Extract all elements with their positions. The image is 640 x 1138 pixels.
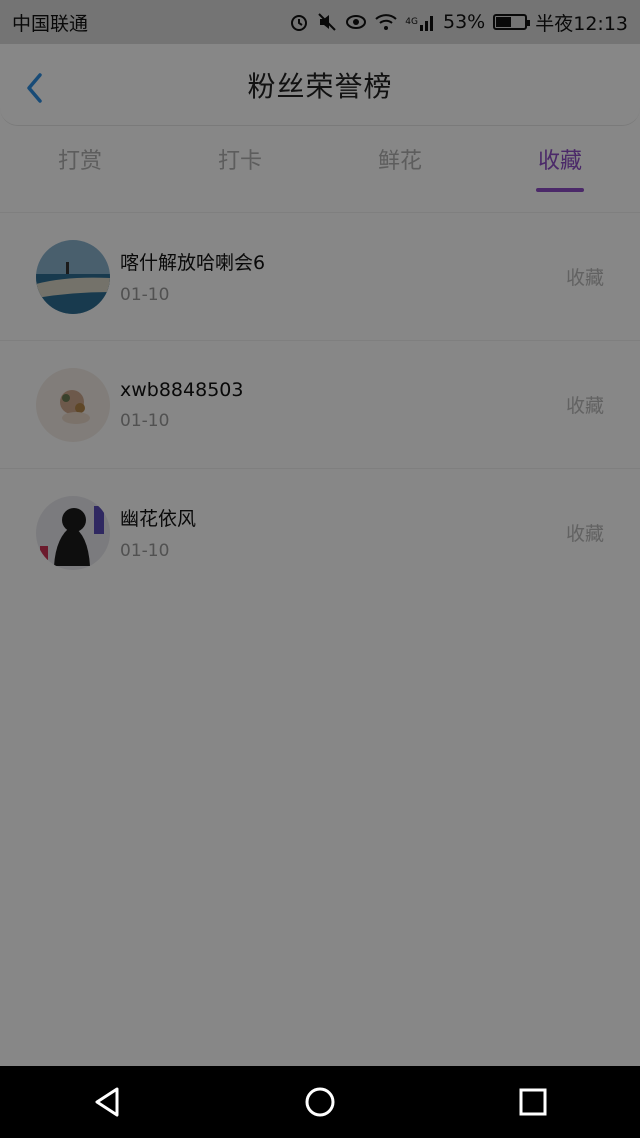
page-title: 粉丝荣誉榜: [247, 69, 393, 103]
battery-percent: 53%: [443, 11, 486, 33]
active-tab-indicator: [536, 188, 584, 192]
tab-label: 打赏: [57, 149, 102, 174]
list-item[interactable]: 幽花依风 01-10 收藏: [0, 468, 640, 596]
signal-icon: 4G: [405, 13, 435, 31]
tab-label: 鲜花: [377, 149, 422, 174]
carrier-label: 中国联通: [12, 12, 89, 35]
status-icons: 4G 53% 半夜12:13: [289, 9, 628, 36]
status-bar: 中国联通 4G 53% 半夜12:13: [0, 0, 640, 44]
user-name: xwb8848503: [120, 378, 244, 401]
fan-list: 喀什解放哈喇会6 01-10 收藏 xwb8848503 01-10 收藏 幽花…: [0, 212, 640, 596]
alarm-icon: [289, 12, 309, 32]
item-info: 幽花依风 01-10: [120, 504, 566, 561]
nav-home-button[interactable]: [290, 1072, 350, 1132]
chevron-left-icon: [27, 73, 42, 103]
tab-flowers[interactable]: 鲜花: [320, 128, 480, 212]
list-item[interactable]: 喀什解放哈喇会6 01-10 收藏: [0, 212, 640, 340]
item-action-label: 收藏: [565, 267, 604, 289]
user-name: 幽花依风: [120, 508, 197, 530]
screen: 中国联通 4G 53% 半夜12:13 粉丝荣誉榜 打赏 打卡 鲜花 收藏 喀什…: [0, 0, 640, 1138]
item-info: 喀什解放哈喇会6 01-10: [120, 248, 566, 305]
mute-icon: [317, 12, 337, 32]
item-info: xwb8848503 01-10: [120, 379, 566, 431]
tab-label: 收藏: [537, 149, 582, 174]
header: 粉丝荣誉榜: [0, 44, 640, 126]
item-date: 01-10: [120, 410, 170, 431]
item-action-label: 收藏: [565, 395, 604, 417]
item-action-label: 收藏: [565, 523, 604, 545]
back-button[interactable]: [20, 70, 48, 106]
circle-home-icon: [305, 1087, 335, 1117]
triangle-back-icon: [95, 1087, 119, 1117]
nav-recents-button[interactable]: [503, 1072, 563, 1132]
eye-icon: [345, 13, 367, 31]
navigation-bar: [0, 1066, 640, 1138]
tab-label: 打卡: [217, 149, 262, 174]
battery-icon: [493, 14, 531, 30]
tab-favorites[interactable]: 收藏: [480, 128, 640, 212]
avatar: [36, 367, 110, 442]
list-item[interactable]: xwb8848503 01-10 收藏: [0, 340, 640, 468]
avatar: [36, 239, 110, 314]
square-recents-icon: [519, 1088, 547, 1116]
item-date: 01-10: [120, 541, 170, 561]
tab-bar: 打赏 打卡 鲜花 收藏: [0, 128, 640, 212]
nav-back-button[interactable]: [77, 1072, 137, 1132]
item-date: 01-10: [120, 285, 170, 305]
avatar: [36, 495, 110, 570]
battery-fill: [496, 17, 512, 27]
tab-checkin[interactable]: 打卡: [160, 128, 320, 212]
wifi-icon: [375, 13, 397, 31]
clock: 半夜12:13: [535, 12, 628, 35]
tab-reward[interactable]: 打赏: [0, 128, 160, 212]
user-name: 喀什解放哈喇会6: [120, 252, 266, 274]
